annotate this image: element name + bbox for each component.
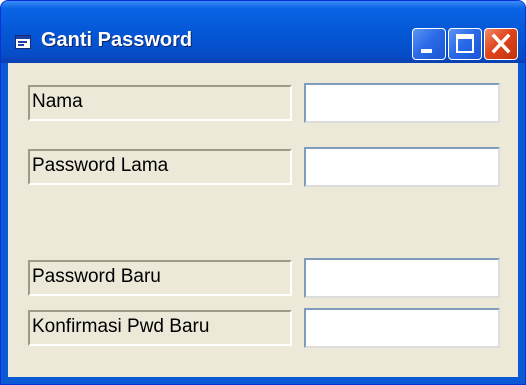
form-area: Nama Password Lama Password Baru Konfirm… [8,63,518,377]
password-lama-input[interactable] [304,147,500,187]
window-title: Ganti Password [41,29,193,51]
maximize-icon [456,34,474,53]
password-lama-label: Password Lama [28,149,292,185]
password-baru-label: Password Baru [28,260,292,296]
app-window-icon [15,35,31,49]
konfirmasi-pwd-baru-label: Konfirmasi Pwd Baru [28,310,292,346]
minimize-icon [421,49,432,53]
maximize-button[interactable] [448,28,482,60]
minimize-button[interactable] [412,28,446,60]
nama-label: Nama [28,85,292,121]
password-baru-input[interactable] [304,258,500,298]
title-bar[interactable]: Ganti Password [1,1,525,63]
nama-input[interactable] [304,83,500,123]
close-button[interactable] [484,28,518,60]
password-window: Ganti Password Nama Password Lama Passwo… [0,0,526,385]
close-icon [491,33,511,54]
konfirmasi-pwd-baru-input[interactable] [304,308,500,348]
